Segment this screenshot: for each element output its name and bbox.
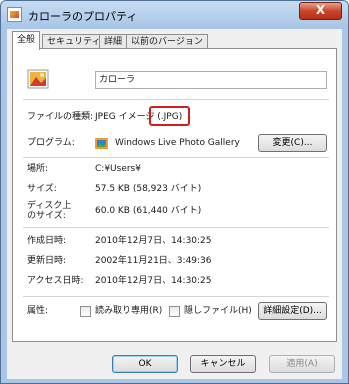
file-type-label: ファイルの種類: [27, 112, 94, 122]
readonly-checkbox[interactable] [80, 306, 91, 317]
location-value: C:¥Users¥ [95, 164, 141, 174]
window-title: カローラのプロパティ [28, 10, 138, 23]
highlight-box [149, 106, 190, 126]
readonly-label[interactable]: 読み取り専用(R) [95, 306, 162, 317]
photo-gallery-icon [95, 138, 108, 149]
file-name-input[interactable]: カローラ [95, 71, 327, 89]
properties-window: カローラのプロパティ X 全般 セキュリティ 詳細 以前のバージョン カローラ … [0, 0, 349, 384]
image-file-icon [27, 69, 49, 89]
modified-label: 更新日時: [27, 256, 67, 266]
size-value: 57.5 KB (58,923 バイト) [95, 184, 202, 194]
tab-details[interactable]: 詳細 [99, 34, 128, 49]
program-value: Windows Live Photo Gallery [115, 138, 240, 148]
advanced-attributes-button[interactable]: 詳細設定(D)... [258, 302, 327, 320]
close-button[interactable]: X [299, 2, 342, 20]
program-label: プログラム: [27, 138, 75, 148]
image-file-icon [7, 7, 22, 22]
title-bar[interactable]: カローラのプロパティ X [1, 1, 348, 29]
modified-value: 2002年11月21日、3:49:36 [95, 256, 212, 266]
accessed-label: アクセス日時: [27, 276, 84, 286]
size-label: サイズ: [27, 184, 57, 194]
tab-security[interactable]: セキュリティ [42, 34, 106, 49]
divider [23, 157, 329, 158]
location-label: 場所: [27, 164, 49, 174]
general-panel: カローラ ファイルの種類: JPEG イメージ (.JPG) プログラム: Wi… [12, 48, 337, 342]
tab-general[interactable]: 全般 [12, 31, 41, 50]
accessed-value: 2010年12月7日、14:30:25 [95, 276, 212, 286]
change-program-button[interactable]: 変更(C)... [258, 134, 327, 152]
hidden-label[interactable]: 隠しファイル(H) [184, 306, 252, 317]
divider [23, 296, 329, 297]
divider [23, 99, 329, 100]
ok-button[interactable]: OK [112, 355, 178, 373]
created-label: 作成日時: [27, 236, 67, 246]
hidden-checkbox[interactable] [169, 306, 180, 317]
cancel-button[interactable]: キャンセル [190, 355, 256, 373]
apply-button[interactable]: 適用(A) [269, 355, 335, 373]
size-on-disk-label-line2: のサイズ: [27, 211, 66, 221]
size-on-disk-value: 60.0 KB (61,440 バイト) [95, 206, 202, 216]
attributes-label: 属性: [27, 306, 49, 316]
tab-previous-versions[interactable]: 以前のバージョン [126, 34, 208, 49]
created-value: 2010年12月7日、14:30:25 [95, 236, 212, 246]
divider [23, 227, 329, 228]
dialog-client: 全般 セキュリティ 詳細 以前のバージョン カローラ ファイルの種類: JPEG… [7, 29, 342, 379]
